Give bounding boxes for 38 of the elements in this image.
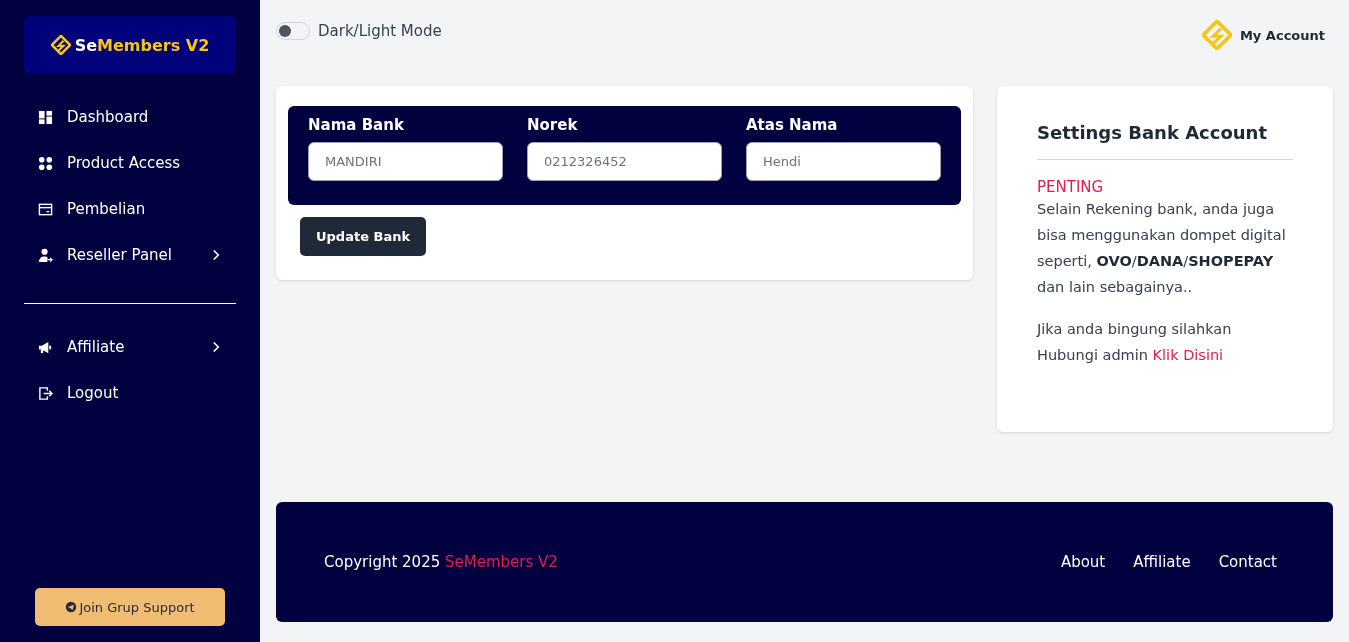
field-label: Norek: [527, 116, 579, 134]
brand-link[interactable]: SeMembers V2: [445, 553, 558, 571]
contact-paragraph: Jika anda bingung silahkan Hubungi admin Klik Disini: [1037, 320, 1233, 365]
logo-icon: [50, 35, 71, 55]
apps-icon: [38, 155, 53, 171]
field-label: Atas Nama: [746, 116, 839, 134]
card-title: Settings Bank Account: [1037, 122, 1269, 143]
sidebar-item[interactable]: Affiliate: [24, 324, 236, 370]
toggle-label: Dark/Light Mode: [318, 22, 442, 40]
copyright-text: Copyright 2025 SeMembers V2: [324, 553, 558, 571]
user-icon: [38, 247, 53, 263]
footer-link[interactable]: Affiliate: [1133, 553, 1191, 571]
info-paragraph: Selain Rekening bank, anda juga bisa menggunakan dompet digital seperti, OVO/DANA/SHOPEPAY dan lain sebagainya..: [1037, 200, 1287, 297]
brand-name: SeMembers V2: [74, 35, 210, 55]
dashboard-icon: [38, 109, 53, 125]
logout-icon: [38, 385, 53, 401]
sidebar-item[interactable]: Pembelian: [24, 186, 236, 232]
brand-logo[interactable]: SeMembers V2: [24, 16, 236, 74]
sidebar-item[interactable]: Logout: [24, 370, 236, 416]
megaphone-icon: [38, 339, 53, 355]
input-field[interactable]: MANDIRI: [308, 142, 503, 181]
sidebar-item[interactable]: Product Access: [24, 140, 236, 186]
card-icon: [38, 201, 53, 217]
sidebar-item[interactable]: Dashboard: [24, 94, 236, 140]
admin-link[interactable]: Klik Disini: [1152, 347, 1224, 363]
input-field[interactable]: 0212326452: [527, 142, 722, 181]
update-bank-button[interactable]: Update Bank: [300, 217, 427, 256]
alert-label: PENTING: [1037, 178, 1105, 196]
footer-link[interactable]: Contact: [1218, 553, 1277, 571]
toggle-switch[interactable]: [276, 22, 310, 40]
logo-icon: [1201, 20, 1232, 50]
input-field[interactable]: Hendi: [746, 142, 941, 181]
sidebar-item[interactable]: Reseller Panel: [24, 232, 236, 278]
footer-link[interactable]: About: [1060, 553, 1106, 571]
field-label: Nama Bank: [308, 116, 405, 134]
send-icon: [65, 601, 78, 613]
join-support-button[interactable]: Join Grup Support: [35, 588, 225, 626]
account-link[interactable]: My Account: [1201, 20, 1325, 50]
